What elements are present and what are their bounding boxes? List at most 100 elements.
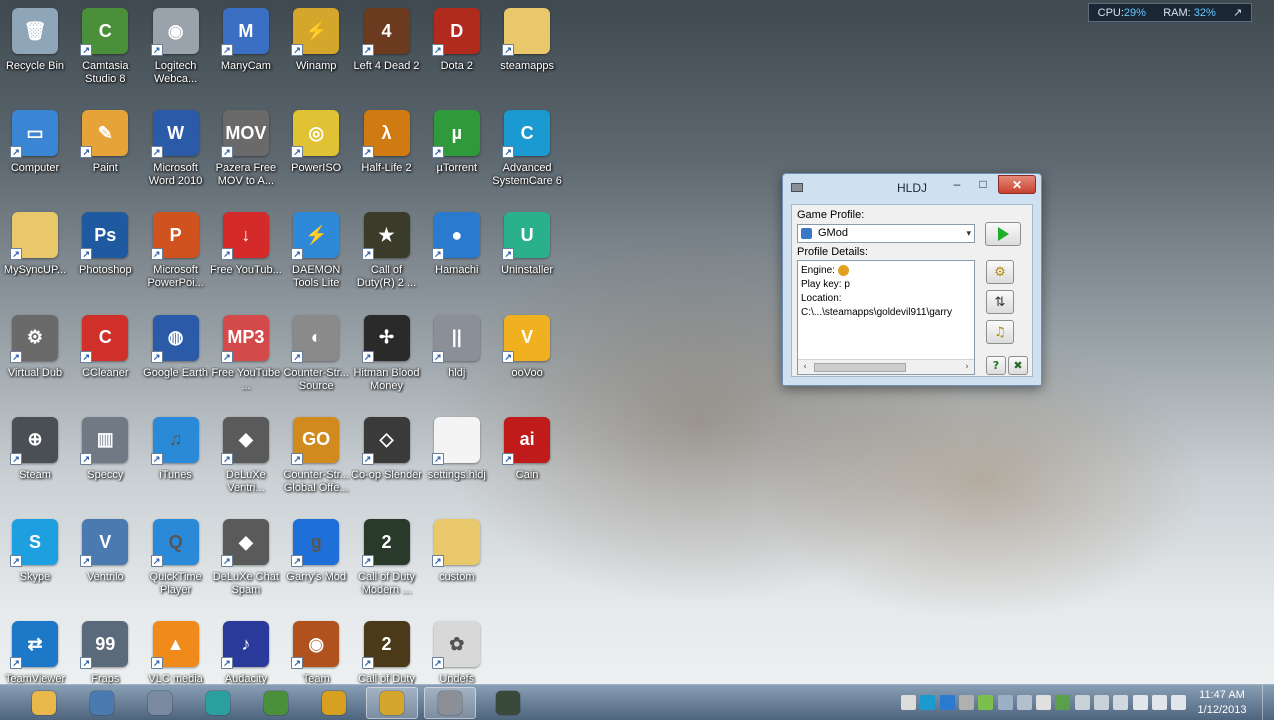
desktop-shortcut[interactable]: λ ↗ Half-Life 2 [352, 102, 422, 204]
music-button[interactable]: ♫ [986, 320, 1014, 344]
desktop-shortcut[interactable]: 4 ↗ Left 4 Dead 2 [352, 0, 422, 102]
icon-glyph: ✿ [449, 633, 465, 654]
desktop-shortcut[interactable]: P ↗ Microsoft PowerPoi... [141, 204, 211, 306]
uninstaller-icon: U ↗ [502, 212, 551, 261]
desktop-shortcut[interactable]: ◆ ↗ DeLuXe Chat Spam [211, 511, 281, 613]
taskbar-app-button[interactable] [250, 687, 302, 719]
desktop-shortcut[interactable]: GO ↗ Counter-Str... Global Offe... [281, 409, 351, 511]
desktop-shortcut[interactable]: ◇ ↗ Co-op Slender [351, 409, 422, 511]
hamachi-tray-icon[interactable] [939, 695, 955, 710]
desktop-shortcut[interactable]: ▭ ↗ Computer [0, 102, 70, 204]
desktop-shortcut[interactable]: ◐ ↗ Counter-Str... Source [281, 307, 351, 409]
sync-tray-icon[interactable] [1113, 695, 1129, 710]
title-bar[interactable]: HLDJ – □ ✕ [783, 174, 1041, 201]
scroll-thumb[interactable] [814, 363, 906, 372]
power-tray-icon[interactable] [1151, 695, 1167, 710]
system-clock[interactable]: 11:47 AM 1/12/2013 [1192, 688, 1252, 718]
taskbar-app-button[interactable] [424, 687, 476, 719]
desktop-shortcut[interactable]: C ↗ CCleaner [70, 307, 140, 409]
desktop-shortcut[interactable]: µ ↗ µTorrent [422, 102, 492, 204]
desktop-shortcut[interactable]: ● ↗ Hamachi [422, 204, 492, 306]
undefs-icon: ✿ ↗ [431, 621, 480, 670]
settings-button[interactable]: ⚙ [986, 260, 1014, 284]
systemcare-tray-icon[interactable] [920, 695, 936, 710]
desktop-shortcut[interactable]: 2 ↗ Call of Duty Modern ... [352, 511, 422, 613]
desktop-shortcut[interactable]: 🗑 Recycle Bin [0, 0, 70, 102]
desktop-shortcut[interactable]: ◉ ↗ Logitech Webca... [141, 0, 211, 102]
steam-icon: ⊕ ↗ [10, 416, 58, 465]
desktop-shortcut[interactable]: ↗ MySyncUP... [0, 204, 70, 306]
desktop-shortcut[interactable]: ◆ ↗ DeLuXe Ventri... [211, 409, 281, 511]
shield-tray-icon[interactable] [1055, 695, 1071, 710]
desktop-shortcut[interactable]: MOV ↗ Pazera Free MOV to A... [211, 102, 281, 204]
desktop-shortcut[interactable]: ⚡ ↗ DAEMON Tools Lite [281, 204, 351, 306]
desktop-shortcut[interactable]: ai ↗ Cain [492, 409, 562, 511]
shortcut-arrow-icon: ↗ [220, 452, 233, 465]
desktop-shortcut[interactable]: ⊕ ↗ Steam [0, 409, 70, 511]
icon-glyph: ♫ [168, 429, 183, 450]
desktop-shortcut[interactable]: M ↗ ManyCam [211, 0, 281, 102]
desktop-shortcut[interactable]: || ↗ hldj [422, 307, 492, 409]
monitor-tray-icon[interactable] [1016, 695, 1032, 710]
scroll-left-icon[interactable]: ‹ [798, 360, 812, 374]
desktop-shortcut[interactable]: S ↗ Skype [0, 511, 70, 613]
taskbar-app-button[interactable] [482, 687, 534, 719]
taskbar-app-button[interactable] [76, 687, 128, 719]
exit-button[interactable]: ✖ [1008, 356, 1028, 375]
desktop-shortcut[interactable]: D ↗ Dota 2 [422, 0, 492, 102]
cpu-readout: CPU:29% [1097, 6, 1146, 19]
desktop-shortcut[interactable]: ⚡ ↗ Winamp [281, 0, 351, 102]
desktop-shortcut[interactable]: ★ ↗ Call of Duty(R) 2 ... [352, 204, 422, 306]
desktop-shortcut[interactable]: g ↗ Garry's Mod [281, 511, 351, 613]
desktop-shortcut[interactable]: MP3 ↗ Free YouTube ... [211, 307, 281, 409]
expand-icon[interactable]: ↗ [1233, 6, 1242, 19]
antivirus-tray-icon[interactable] [1036, 695, 1052, 710]
desktop-shortcut[interactable]: V ↗ ooVoo [492, 307, 562, 409]
wifi-tray-icon[interactable] [1132, 695, 1148, 710]
taskbar-app-button[interactable] [308, 687, 360, 719]
steam-tray-icon[interactable] [901, 695, 916, 710]
icon-glyph: U [520, 224, 534, 245]
volume-tray-icon[interactable] [1171, 695, 1187, 710]
mixer-button[interactable]: ⇅ [986, 290, 1014, 314]
display-tray-icon[interactable] [1094, 695, 1109, 710]
desktop-shortcut[interactable]: ↗ custom [422, 511, 492, 613]
battery-tray-icon[interactable] [978, 695, 994, 710]
play-button[interactable] [985, 222, 1021, 246]
maximize-button[interactable]: □ [973, 175, 993, 194]
taskbar-app-button[interactable] [366, 687, 418, 719]
desktop-shortcut[interactable]: ◎ ↗ PowerISO [281, 102, 351, 204]
desktop-shortcut[interactable]: C ↗ Camtasia Studio 8 [70, 0, 140, 102]
help-button[interactable]: ? [986, 356, 1006, 375]
desktop-shortcut[interactable]: ✢ ↗ Hitman Blood Money [352, 307, 422, 409]
resource-meter[interactable]: CPU:29% RAM: 32% ↗ [1088, 3, 1252, 22]
desktop-shortcut[interactable]: ↗ settings.hldj [422, 409, 492, 511]
horizontal-scrollbar[interactable]: ‹ › [798, 359, 974, 374]
game-profile-select[interactable]: GMod ▾ [797, 224, 975, 243]
desktop-shortcut[interactable]: U ↗ Uninstaller [492, 204, 562, 306]
taskbar-app-button[interactable] [192, 687, 244, 719]
desktop-shortcut[interactable]: ⚙ ↗ Virtual Dub [0, 307, 70, 409]
taskbar-app-button[interactable] [134, 687, 186, 719]
desktop-shortcut[interactable]: ♫ ↗ iTunes [141, 409, 211, 511]
desktop-shortcut[interactable]: Q ↗ QuickTime Player [141, 511, 211, 613]
desktop-shortcut[interactable]: C ↗ Advanced SystemCare 6 [492, 102, 562, 204]
scroll-right-icon[interactable]: › [960, 360, 974, 374]
flag-tray-icon[interactable] [1074, 695, 1090, 710]
close-button[interactable]: ✕ [998, 175, 1036, 194]
desktop-shortcut[interactable]: ▥ ↗ Speccy [70, 409, 140, 511]
show-desktop-button[interactable] [1262, 685, 1274, 720]
minimize-button[interactable]: – [947, 175, 967, 194]
shortcut-label: Hamachi [435, 264, 479, 277]
desktop-shortcut[interactable]: ↗ steamapps [492, 0, 562, 102]
desktop-shortcut[interactable]: W ↗ Microsoft Word 2010 [141, 102, 211, 204]
shortcut-label: steamapps [500, 60, 554, 72]
desktop-shortcut[interactable]: ↓ ↗ Free YouTub... [210, 204, 282, 306]
desktop-shortcut[interactable]: ✎ ↗ Paint [70, 102, 140, 204]
network-tray-icon[interactable] [997, 695, 1013, 710]
desktop-shortcut[interactable]: V ↗ Ventrilo [70, 511, 140, 613]
desktop-shortcut[interactable]: ◍ ↗ Google Earth [141, 307, 211, 409]
usb-tray-icon[interactable] [958, 695, 974, 710]
desktop-shortcut[interactable]: Ps ↗ Photoshop [70, 204, 140, 306]
taskbar-app-button[interactable] [18, 687, 70, 719]
